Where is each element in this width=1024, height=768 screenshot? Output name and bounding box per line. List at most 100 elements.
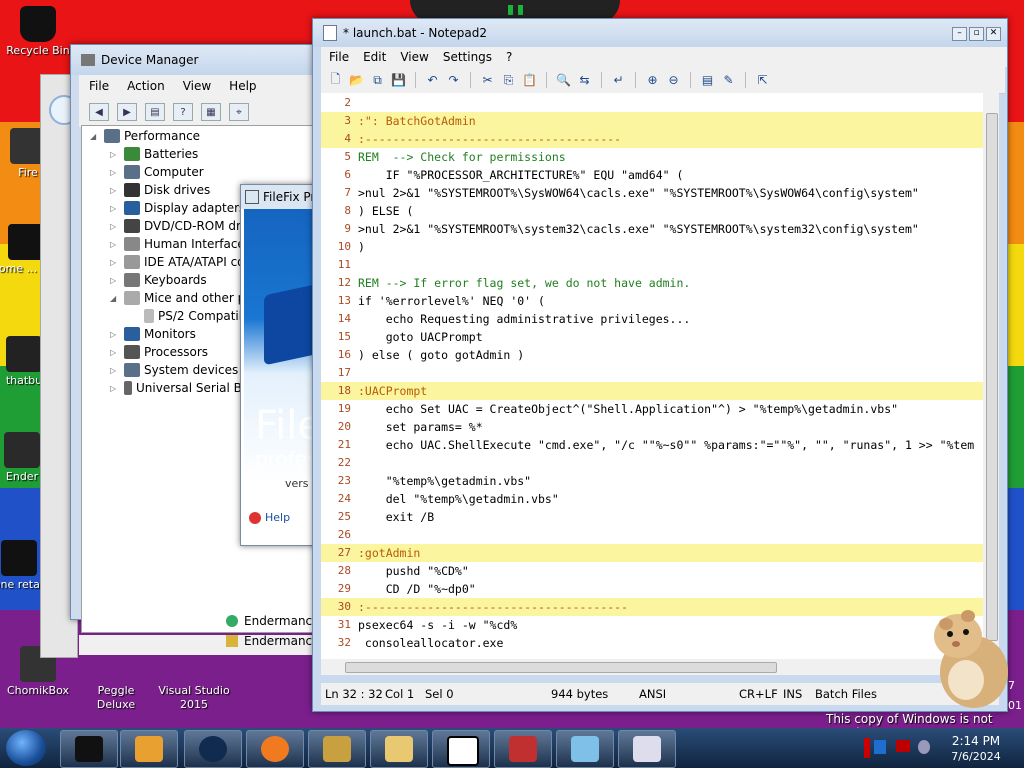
desktop-icon-peggle[interactable]: Peggle Deluxe — [80, 646, 152, 712]
status-insert-mode[interactable]: INS — [783, 687, 802, 701]
help-icon[interactable]: ? — [173, 103, 193, 121]
tray-app-icon[interactable] — [874, 740, 886, 754]
back-arrow-icon[interactable]: ◀ — [89, 103, 109, 121]
code-line[interactable]: 23 "%temp%\getadmin.vbs" — [321, 472, 989, 490]
expand-arrow-icon[interactable]: ▷ — [110, 150, 120, 159]
code-line[interactable]: 31 psexec64 -s -i -w "%cd% — [321, 616, 989, 634]
expand-arrow-icon[interactable]: ▷ — [110, 222, 120, 231]
menu-file[interactable]: File — [89, 79, 109, 93]
code-line[interactable]: 16) else ( goto gotAdmin ) — [321, 346, 989, 364]
taskbar-button-media[interactable] — [120, 730, 178, 768]
code-line[interactable]: 20 set params= %* — [321, 418, 989, 436]
menu-settings[interactable]: Settings — [443, 50, 492, 64]
code-line[interactable]: 18:UACPrompt — [321, 382, 989, 400]
code-line[interactable]: 30:-------------------------------------… — [321, 598, 989, 616]
collapse-arrow-icon[interactable]: ◢ — [90, 132, 100, 141]
expand-arrow-icon[interactable]: ▷ — [110, 348, 120, 357]
code-editor[interactable]: 2 3:": BatchGotAdmin 4:-------------------… — [321, 93, 999, 675]
tree-item-performance[interactable]: ◢ Performance — [90, 127, 200, 145]
expand-arrow-icon[interactable]: ▷ — [110, 204, 120, 213]
menu-file[interactable]: File — [329, 50, 349, 64]
maximize-button[interactable]: ▫ — [969, 27, 984, 41]
taskbar-button-recycle[interactable] — [60, 730, 118, 768]
forward-arrow-icon[interactable]: ▶ — [117, 103, 137, 121]
expand-arrow-icon[interactable]: ▷ — [110, 366, 120, 375]
filefix-titlebar[interactable]: FileFix Pr — [241, 185, 321, 209]
tree-item-processors[interactable]: ▷ Processors — [110, 343, 208, 361]
status-encoding[interactable]: ANSI — [639, 687, 666, 701]
taskbar-button-7zip[interactable] — [432, 730, 490, 768]
expand-arrow-icon[interactable]: ▷ — [110, 384, 120, 393]
tree-item-monitors[interactable]: ▷ Monitors — [110, 325, 196, 343]
menu-view[interactable]: View — [400, 50, 428, 64]
code-line[interactable]: 21 echo UAC.ShellExecute "cmd.exe", "/c … — [321, 436, 989, 454]
tree-item-system-devices[interactable]: ▷ System devices — [110, 361, 238, 379]
start-button[interactable] — [6, 730, 46, 766]
tree-item-ps2[interactable]: PS/2 Compatib — [130, 307, 246, 325]
code-line[interactable]: 10) — [321, 238, 989, 256]
code-line[interactable]: 2 — [321, 94, 989, 112]
tree-item-ide-ata[interactable]: ▷ IDE ATA/ATAPI co — [110, 253, 245, 271]
browse-icon[interactable]: ⧉ — [369, 72, 386, 88]
expand-arrow-icon[interactable]: ▷ — [110, 276, 120, 285]
word-wrap-icon[interactable]: ↵ — [610, 72, 627, 88]
find-icon[interactable]: 🔍 — [555, 72, 572, 88]
expand-arrow-icon[interactable]: ▷ — [110, 186, 120, 195]
tree-item-human-interface[interactable]: ▷ Human Interface D — [110, 235, 258, 253]
code-line[interactable]: 25 exit /B — [321, 508, 989, 526]
code-line[interactable]: 12 REM --> If error flag set, we do not h… — [321, 274, 989, 292]
customize-schemes-icon[interactable]: ✎ — [720, 72, 737, 88]
taskbar-button-notepad[interactable] — [556, 730, 614, 768]
menu-help[interactable]: ? — [506, 50, 512, 64]
expand-arrow-icon[interactable]: ▷ — [110, 258, 120, 267]
code-line[interactable]: 32 consoleallocator.exe — [321, 634, 989, 652]
menu-action[interactable]: Action — [127, 79, 165, 93]
taskbar-button-chomikbox[interactable] — [308, 730, 366, 768]
code-line[interactable]: 19 echo Set UAC = CreateObject^("Shell.A… — [321, 400, 989, 418]
code-line[interactable]: 28 pushd "%CD%" — [321, 562, 989, 580]
code-line[interactable]: 14 echo Requesting administrative privil… — [321, 310, 989, 328]
exit-icon[interactable]: ⇱ — [754, 72, 771, 88]
menu-view[interactable]: View — [183, 79, 211, 93]
tree-item-keyboards[interactable]: ▷ Keyboards — [110, 271, 207, 289]
device-manager-titlebar[interactable]: Device Manager — [71, 45, 317, 75]
expand-arrow-icon[interactable]: ▷ — [110, 168, 120, 177]
redo-icon[interactable]: ↷ — [445, 72, 462, 88]
new-file-icon[interactable]: 🗋 — [327, 72, 344, 88]
clock-date[interactable]: 7/6/2024 — [944, 750, 1008, 763]
scheme-icon[interactable]: ▤ — [699, 72, 716, 88]
code-line[interactable]: 3:": BatchGotAdmin — [321, 112, 989, 130]
cut-icon[interactable]: ✂ — [479, 72, 496, 88]
collapse-arrow-icon[interactable]: ◢ — [110, 294, 120, 303]
list-item[interactable]: Endermanch — [226, 634, 320, 648]
code-line[interactable]: 15 goto UACPrompt — [321, 328, 989, 346]
code-line[interactable]: 13 if '%errorlevel%' NEQ '0' ( — [321, 292, 989, 310]
code-line[interactable]: 6 IF "%PROCESSOR_ARCHITECTURE%" EQU "amd… — [321, 166, 989, 184]
tray-indicator-icon[interactable] — [864, 738, 870, 758]
vertical-scrollbar[interactable] — [983, 93, 999, 659]
tree-item-mice[interactable]: ◢ Mice and other po — [110, 289, 253, 307]
tree-item-disk-drives[interactable]: ▷ Disk drives — [110, 181, 210, 199]
code-line[interactable]: 29 CD /D "%~dp0" — [321, 580, 989, 598]
menu-help[interactable]: Help — [229, 79, 256, 93]
taskbar-button-firefox[interactable] — [246, 730, 304, 768]
paste-icon[interactable]: 📋 — [521, 72, 538, 88]
minimize-button[interactable]: – — [952, 27, 967, 41]
undo-icon[interactable]: ↶ — [424, 72, 441, 88]
notepad-titlebar[interactable]: * launch.bat - Notepad2 — [313, 19, 1007, 47]
expand-arrow-icon[interactable]: ▷ — [110, 330, 120, 339]
code-line[interactable]: 5 REM --> Check for permissions — [321, 148, 989, 166]
copy-icon[interactable]: ⎘ — [500, 72, 517, 88]
properties-icon[interactable]: ▤ — [145, 103, 165, 121]
code-line[interactable]: 26 — [321, 526, 989, 544]
code-line[interactable]: 27:gotAdmin — [321, 544, 989, 562]
help-button[interactable]: Help — [249, 511, 290, 524]
tree-item-computer[interactable]: ▷ Computer — [110, 163, 204, 181]
code-line[interactable]: 24 del "%temp%\getadmin.vbs" — [321, 490, 989, 508]
tree-item-display-adapters[interactable]: ▷ Display adapters — [110, 199, 245, 217]
taskbar-button-explorer[interactable] — [370, 730, 428, 768]
tray-network-icon[interactable] — [896, 740, 910, 752]
scan-hardware-icon[interactable]: ⌖ — [229, 103, 249, 121]
replace-icon[interactable]: ⇆ — [576, 72, 593, 88]
code-line[interactable]: 11 — [321, 256, 989, 274]
